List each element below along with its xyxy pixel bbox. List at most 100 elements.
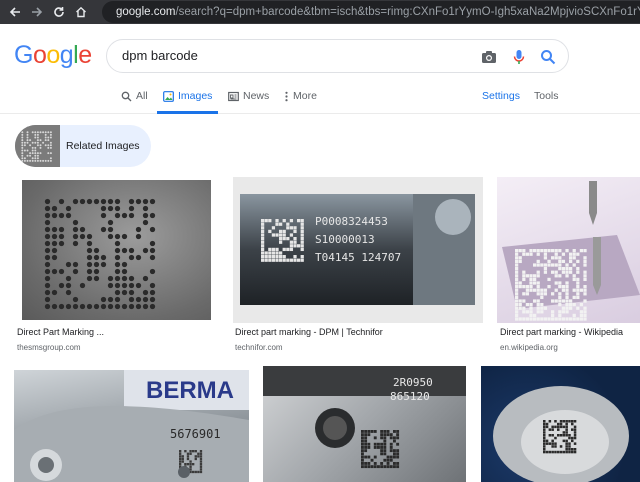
- datamatrix-cell: [44, 212, 51, 219]
- datamatrix-cell: [543, 267, 548, 271]
- search-icon[interactable]: [539, 48, 557, 66]
- datamatrix-cell: [579, 288, 584, 292]
- datamatrix-cell: [576, 281, 580, 285]
- datamatrix-cell: [135, 198, 142, 205]
- image-result[interactable]: P0008324453 S10000013 T04145 124707 Dire…: [233, 177, 483, 357]
- datamatrix-cell: [93, 261, 100, 268]
- datamatrix-cell: [571, 436, 574, 440]
- datamatrix-cell: [572, 288, 576, 292]
- google-logo[interactable]: Google: [14, 40, 92, 70]
- datamatrix-cell: [536, 252, 540, 256]
- datamatrix-cell: [268, 229, 272, 234]
- datamatrix-cell: [29, 152, 32, 155]
- datamatrix-cell: [149, 268, 156, 275]
- address-bar[interactable]: google.com/search?q=dpm+barcode&tbm=isch…: [102, 1, 640, 23]
- datamatrix-cell: [543, 292, 548, 296]
- datamatrix-cell: [199, 460, 203, 463]
- datamatrix-cell: [551, 425, 554, 429]
- datamatrix-cell: [31, 152, 34, 155]
- datamatrix-cell: [34, 154, 37, 157]
- search-box[interactable]: dpm barcode: [106, 39, 569, 73]
- datamatrix-cell: [367, 455, 371, 459]
- result-thumbnail[interactable]: P0008324453 S10000013 T04145 124707: [233, 177, 483, 323]
- datamatrix-cell: [34, 159, 37, 162]
- datamatrix-cell: [565, 434, 568, 437]
- datamatrix-cell: [34, 141, 37, 144]
- datamatrix-cell: [515, 259, 519, 264]
- datamatrix-cell: [36, 136, 39, 139]
- datamatrix-cell: [547, 277, 551, 282]
- forward-button[interactable]: [26, 0, 48, 24]
- datamatrix-cell: [297, 244, 301, 248]
- datamatrix-cell: [367, 462, 371, 465]
- datamatrix-cell: [515, 277, 519, 282]
- datamatrix-cell: [515, 313, 519, 318]
- datamatrix-cell: [529, 303, 533, 307]
- datamatrix-cell: [199, 455, 203, 458]
- tab-images[interactable]: Images: [157, 90, 218, 114]
- datamatrix-cell: [565, 263, 569, 267]
- related-images-chip[interactable]: Related Images: [15, 125, 151, 167]
- datamatrix-cell: [367, 446, 371, 449]
- result-thumbnail[interactable]: BERMA 5676901: [14, 370, 249, 482]
- reload-button[interactable]: [48, 0, 70, 24]
- image-result[interactable]: BERMA 5676901: [14, 370, 249, 482]
- home-button[interactable]: [70, 0, 92, 24]
- datamatrix-cell: [107, 226, 114, 233]
- datamatrix-cell: [192, 470, 195, 474]
- datamatrix-cell: [565, 425, 568, 429]
- datamatrix-cell: [565, 288, 569, 292]
- datamatrix-cell: [551, 270, 555, 274]
- search-input[interactable]: dpm barcode: [122, 48, 198, 63]
- datamatrix-cell: [557, 422, 560, 426]
- result-thumbnail[interactable]: [22, 180, 211, 320]
- tab-more[interactable]: More: [284, 90, 317, 114]
- datamatrix-cell: [393, 455, 396, 459]
- datamatrix-cell: [261, 240, 265, 244]
- datamatrix-cell: [275, 258, 279, 262]
- datamatrix-cell: [529, 285, 533, 289]
- camera-icon[interactable]: [480, 48, 498, 66]
- datamatrix-cell: [47, 152, 50, 155]
- datamatrix-cell: [573, 428, 577, 431]
- image-result[interactable]: 2R0950 865120: [263, 366, 466, 482]
- image-result[interactable]: Direct part marking - Wikipedia en.wikip…: [497, 177, 640, 357]
- datamatrix-cell: [149, 282, 156, 289]
- tab-news[interactable]: News: [228, 90, 269, 114]
- datamatrix-cell: [576, 252, 580, 256]
- result-thumbnail[interactable]: 2R0950 865120: [263, 366, 466, 482]
- datamatrix-cell: [565, 422, 568, 426]
- datamatrix-cell: [65, 212, 72, 219]
- datamatrix-cell: [79, 226, 86, 233]
- datamatrix-cell: [199, 468, 203, 471]
- datamatrix-cell: [31, 131, 34, 134]
- datamatrix-cell: [569, 252, 573, 256]
- datamatrix-cell: [536, 299, 540, 303]
- result-thumbnail[interactable]: [481, 366, 640, 482]
- image-result[interactable]: Direct Part Marking ... thesmsgroup.com: [16, 177, 216, 357]
- datamatrix-cell: [573, 420, 577, 423]
- datamatrix-cell: [114, 205, 121, 212]
- datamatrix-cell: [554, 450, 557, 454]
- microphone-icon[interactable]: [510, 48, 528, 66]
- datamatrix-cell: [554, 270, 558, 274]
- datamatrix-cell: [551, 434, 554, 437]
- datamatrix-cell: [51, 240, 58, 247]
- datamatrix-cell: [51, 212, 58, 219]
- result-thumbnail[interactable]: [497, 177, 640, 323]
- datamatrix-cell: [562, 439, 566, 443]
- datamatrix-cell: [583, 256, 587, 260]
- back-button[interactable]: [4, 0, 26, 24]
- datamatrix-cell: [367, 433, 371, 437]
- image-result[interactable]: [481, 366, 640, 482]
- datamatrix-cell: [393, 436, 396, 440]
- tab-settings[interactable]: Settings: [482, 90, 520, 114]
- datamatrix-cell: [551, 445, 554, 448]
- tab-all[interactable]: All: [121, 90, 148, 114]
- datamatrix-cell: [522, 252, 526, 256]
- datamatrix-cell: [554, 420, 557, 423]
- datamatrix-cell: [194, 450, 197, 453]
- tab-tools[interactable]: Tools: [534, 90, 559, 114]
- datamatrix-cell: [300, 240, 304, 244]
- machined-part-image: 2R0950 865120: [263, 366, 466, 469]
